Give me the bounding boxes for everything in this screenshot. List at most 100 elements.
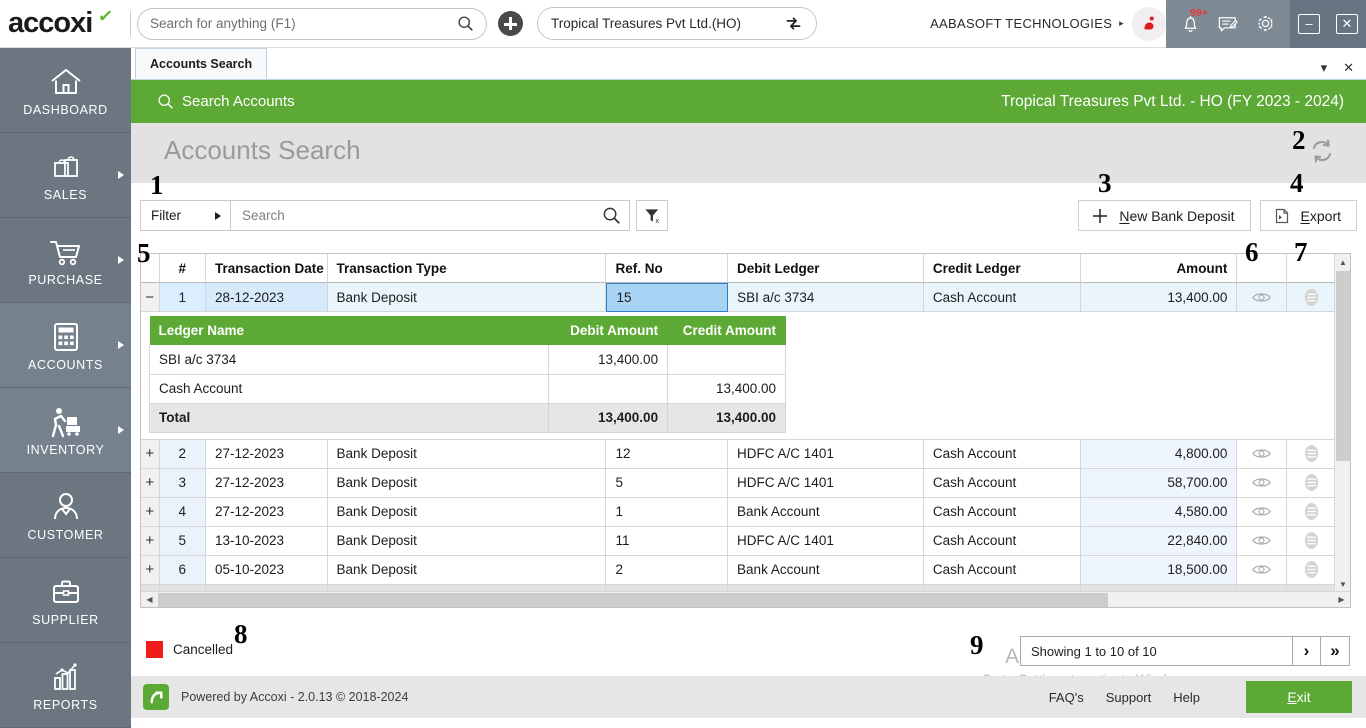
column-header-credit-ledger[interactable]: Credit Ledger xyxy=(924,254,1081,283)
row-menu-button[interactable] xyxy=(1287,556,1336,585)
table-row[interactable]: + 3 27-12-2023 Bank Deposit 5 HDFC A/C 1… xyxy=(141,469,1336,498)
filter-dropdown[interactable]: Filter xyxy=(140,200,230,231)
sidebar-item-purchase[interactable]: PURCHASE xyxy=(0,218,131,303)
chevron-down-icon[interactable]: ▾ xyxy=(1321,61,1328,74)
row-view-button[interactable] xyxy=(1237,527,1286,556)
last-page-button[interactable]: » xyxy=(1321,637,1349,665)
search-field[interactable] xyxy=(230,200,630,231)
cell-amount: 22,840.00 xyxy=(1081,527,1238,556)
row-menu-button[interactable] xyxy=(1287,440,1336,469)
grid-vertical-scrollbar[interactable]: ▲ ▼ xyxy=(1334,254,1350,593)
notifications-button[interactable]: 99+ xyxy=(1179,12,1202,35)
calculator-icon xyxy=(51,318,81,356)
row-view-button[interactable] xyxy=(1237,498,1286,527)
row-expand-toggle[interactable]: + xyxy=(141,498,160,527)
column-header-debit-ledger[interactable]: Debit Ledger xyxy=(728,254,924,283)
row-expand-toggle[interactable]: + xyxy=(141,469,160,498)
quick-add-button[interactable] xyxy=(498,11,523,36)
refresh-icon[interactable] xyxy=(1307,136,1337,166)
cell-debit-ledger: SBI a/c 3734 xyxy=(728,283,924,312)
detail-row: Cash Account 13,400.00 xyxy=(150,374,786,403)
footer-link-faqs[interactable]: FAQ's xyxy=(1049,690,1084,705)
row-collapse-toggle[interactable]: − xyxy=(141,283,160,312)
settings-button[interactable] xyxy=(1254,12,1277,35)
row-view-button[interactable] xyxy=(1237,556,1286,585)
clear-filter-button[interactable]: x xyxy=(636,200,668,231)
scroll-up-icon[interactable]: ▲ xyxy=(1335,254,1351,271)
switch-company-icon[interactable] xyxy=(784,14,803,33)
column-header-amount[interactable]: Amount xyxy=(1081,254,1238,283)
close-tab-icon[interactable]: ✕ xyxy=(1343,61,1354,74)
vertical-scroll-thumb[interactable] xyxy=(1336,271,1350,461)
tab-accounts-search[interactable]: Accounts Search xyxy=(135,48,267,79)
row-expand-toggle[interactable]: + xyxy=(141,440,160,469)
minimize-button[interactable]: – xyxy=(1298,14,1320,34)
exit-button[interactable]: Exit xyxy=(1246,681,1352,713)
detail-total-label: Total xyxy=(150,403,549,432)
footer-link-help[interactable]: Help xyxy=(1173,690,1200,705)
column-header-ref-no[interactable]: Ref. No xyxy=(606,254,728,283)
cell-index: 5 xyxy=(160,527,206,556)
row-menu-button[interactable] xyxy=(1287,498,1336,527)
cell-transaction-date: 27-12-2023 xyxy=(206,469,328,498)
global-search-input[interactable] xyxy=(150,16,457,31)
company-selector[interactable]: Tropical Treasures Pvt Ltd.(HO) xyxy=(537,7,817,40)
cell-index: 6 xyxy=(160,556,206,585)
page-title-strip: Accounts Search xyxy=(131,123,1366,183)
sidebar-item-customer[interactable]: CUSTOMER xyxy=(0,473,131,558)
table-row[interactable]: + 2 27-12-2023 Bank Deposit 12 HDFC A/C … xyxy=(141,440,1336,469)
row-menu-button[interactable] xyxy=(1287,527,1336,556)
detail-column-ledger-name: Ledger Name xyxy=(150,316,549,345)
row-expand-toggle[interactable]: + xyxy=(141,556,160,585)
cell-credit-ledger: Cash Account xyxy=(924,556,1081,585)
search-input[interactable] xyxy=(242,208,602,223)
search-icon[interactable] xyxy=(602,206,621,225)
row-menu-button[interactable] xyxy=(1287,469,1336,498)
avatar[interactable] xyxy=(1132,7,1166,41)
scroll-left-icon[interactable]: ◀ xyxy=(141,592,158,607)
menu-icon xyxy=(1303,444,1320,463)
notes-button[interactable] xyxy=(1216,12,1239,35)
global-search[interactable] xyxy=(137,8,487,40)
row-view-button[interactable] xyxy=(1237,469,1286,498)
sidebar-item-supplier[interactable]: SUPPLIER xyxy=(0,558,131,643)
sidebar-item-inventory[interactable]: INVENTORY xyxy=(0,388,131,473)
horizontal-scroll-thumb[interactable] xyxy=(158,593,1108,607)
cell-amount: 58,700.00 xyxy=(1081,469,1238,498)
table-row[interactable]: + 5 13-10-2023 Bank Deposit 11 HDFC A/C … xyxy=(141,527,1336,556)
table-row[interactable]: + 6 05-10-2023 Bank Deposit 2 Bank Accou… xyxy=(141,556,1336,585)
column-header-transaction-date[interactable]: Transaction Date xyxy=(206,254,328,283)
sidebar-item-reports[interactable]: REPORTS xyxy=(0,643,131,728)
cell-index: 2 xyxy=(160,440,206,469)
cell-amount: 13,400.00 xyxy=(1081,283,1238,312)
column-header-transaction-type[interactable]: Transaction Type xyxy=(328,254,607,283)
sidebar-item-dashboard[interactable]: DASHBOARD xyxy=(0,48,131,133)
table-row[interactable]: − 1 28-12-2023 Bank Deposit 15 SBI a/c 3… xyxy=(141,283,1336,312)
next-page-button[interactable]: › xyxy=(1293,637,1321,665)
footer-link-support[interactable]: Support xyxy=(1106,690,1152,705)
detail-total-row: Total 13,400.00 13,400.00 xyxy=(150,403,786,432)
sidebar-item-sales[interactable]: SALES xyxy=(0,133,131,218)
sidebar: DASHBOARD SALES xyxy=(0,48,131,728)
scroll-right-icon[interactable]: ▶ xyxy=(1333,592,1350,607)
row-view-button[interactable] xyxy=(1237,440,1286,469)
new-bank-deposit-button[interactable]: New Bank Deposit xyxy=(1078,200,1250,231)
cell-credit-ledger: Cash Account xyxy=(924,498,1081,527)
row-view-button[interactable] xyxy=(1237,283,1286,312)
eye-icon xyxy=(1252,290,1271,305)
column-header-index[interactable]: # xyxy=(160,254,206,283)
grid-horizontal-scrollbar[interactable]: ◀ ▶ xyxy=(141,591,1350,607)
search-icon[interactable] xyxy=(457,15,474,32)
organization-menu[interactable]: AABASOFT TECHNOLOGIES ▸ xyxy=(930,16,1124,31)
row-menu-button[interactable] xyxy=(1287,283,1336,312)
row-expand-toggle[interactable]: + xyxy=(141,527,160,556)
eye-icon xyxy=(1252,504,1271,519)
menu-icon xyxy=(1303,502,1320,521)
export-button[interactable]: Export xyxy=(1260,200,1357,231)
callout-2: 2 xyxy=(1292,127,1306,154)
table-row[interactable]: + 4 27-12-2023 Bank Deposit 1 Bank Accou… xyxy=(141,498,1336,527)
sidebar-item-accounts[interactable]: ACCOUNTS xyxy=(0,303,131,388)
close-button[interactable]: ✕ xyxy=(1336,14,1358,34)
footer: Powered by Accoxi - 2.0.13 © 2018-2024 F… xyxy=(131,676,1366,718)
eye-icon xyxy=(1252,533,1271,548)
